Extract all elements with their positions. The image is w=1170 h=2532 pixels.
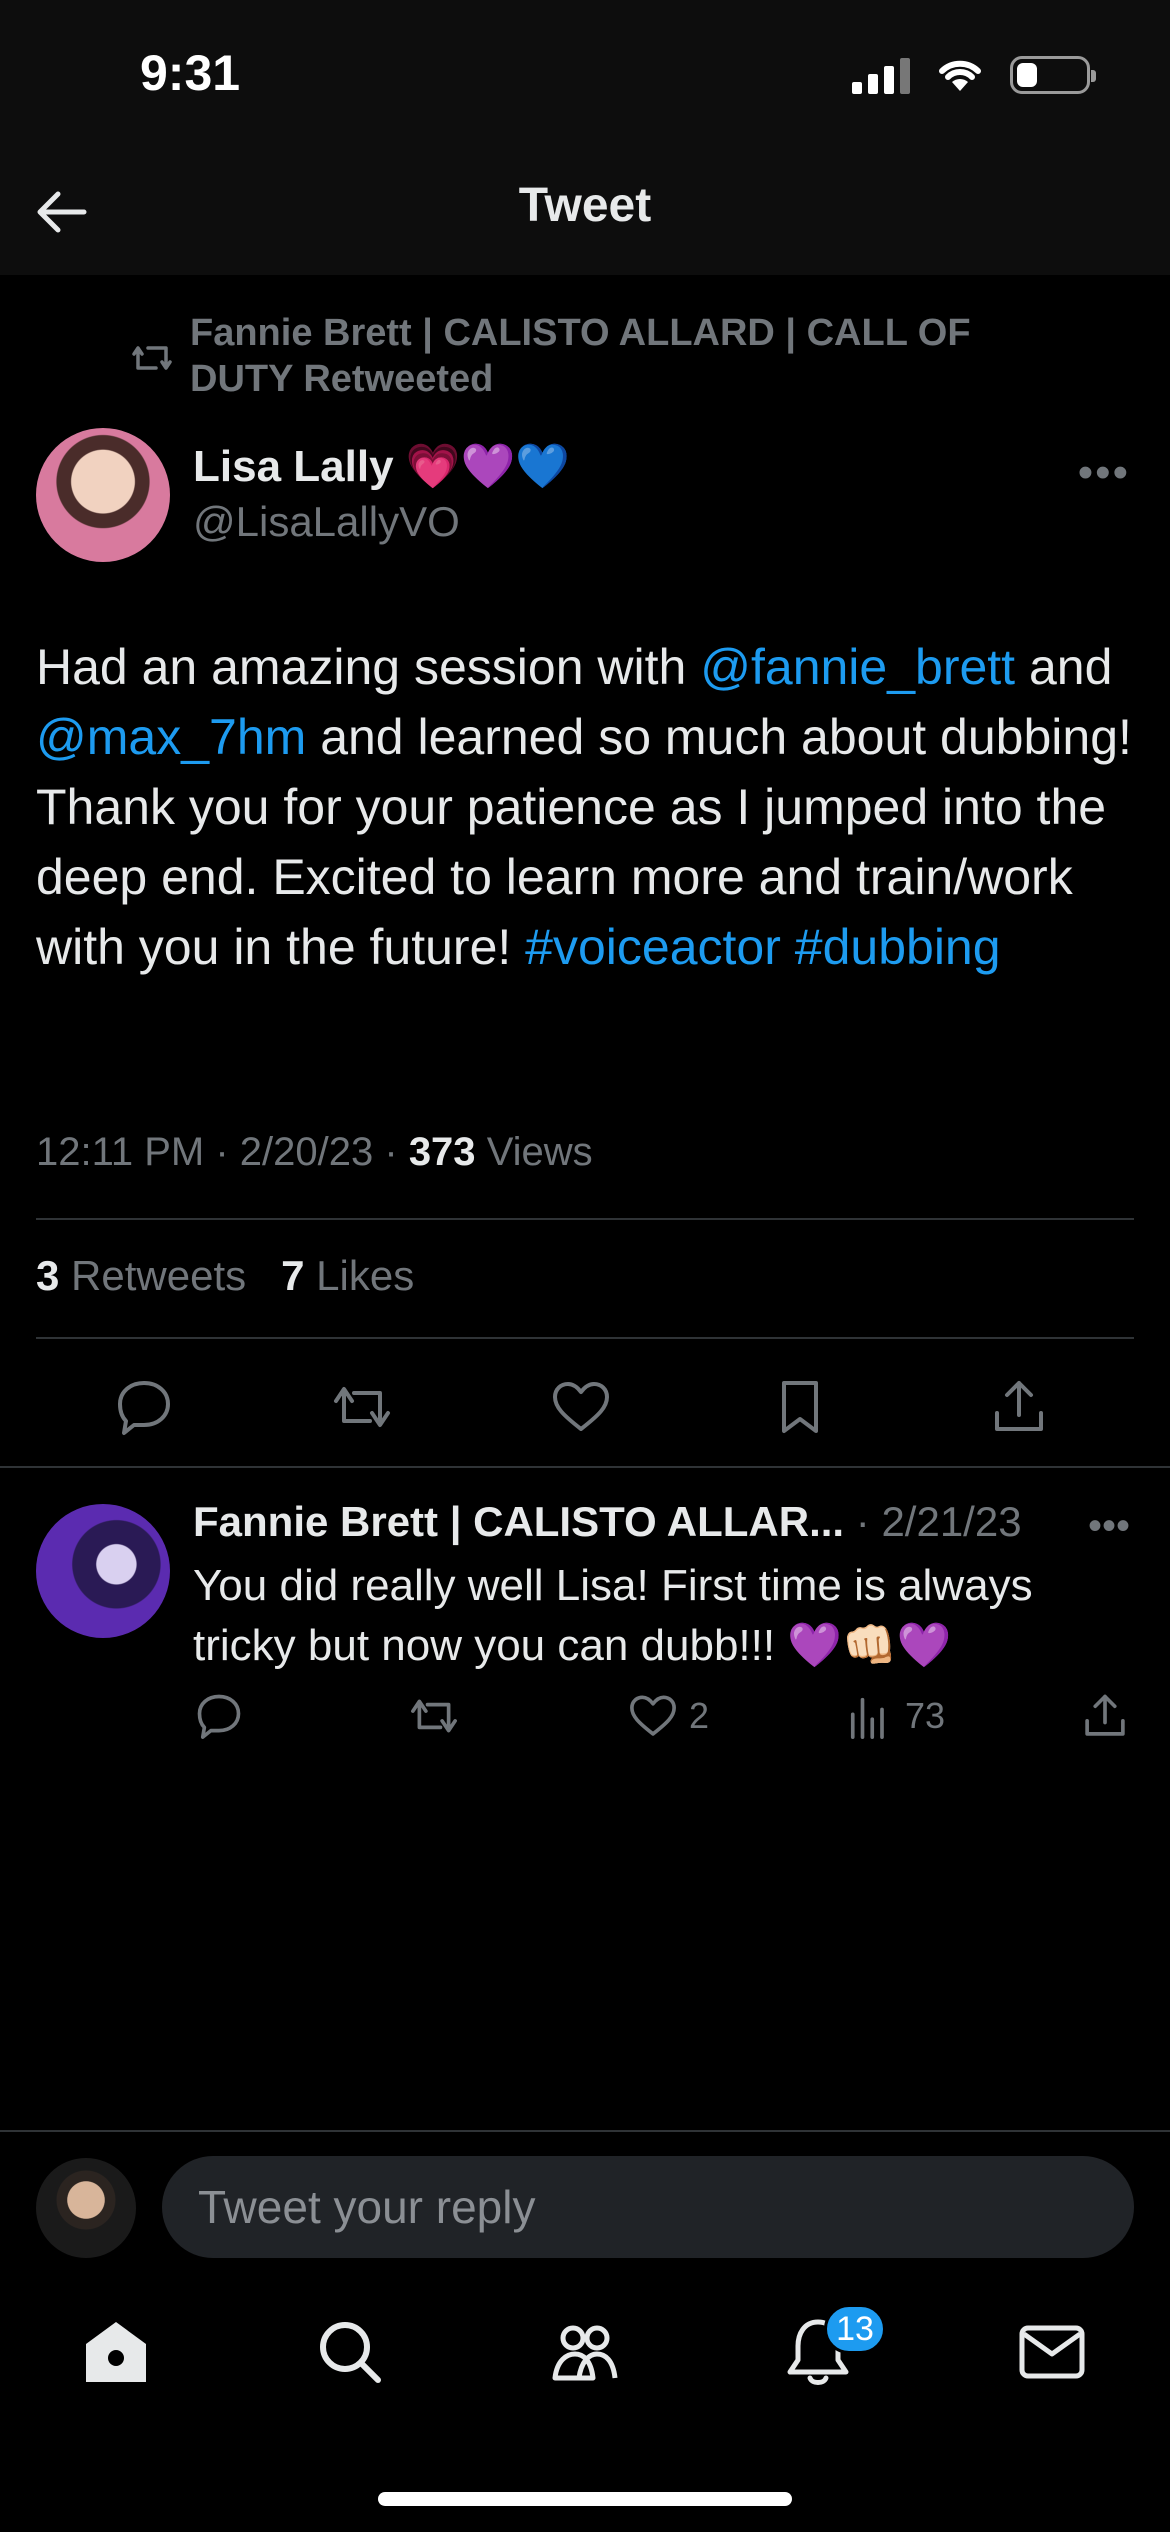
tweet-text: Had an amazing session with @fannie_bret…: [36, 632, 1136, 982]
reply-like-count: 2: [689, 1695, 710, 1736]
divider: [0, 1466, 1170, 1468]
retweets-label: Retweets: [71, 1252, 247, 1299]
retweet-icon: [411, 1699, 457, 1733]
views-label: Views: [486, 1130, 593, 1174]
author-name[interactable]: Lisa Lally 💗💜💙: [193, 440, 570, 492]
home-icon[interactable]: [76, 2312, 156, 2392]
reply-more-options-icon[interactable]: •••: [1088, 1504, 1130, 1549]
share-icon: [1085, 1694, 1125, 1736]
battery-icon: [1010, 56, 1096, 94]
reply-author-name[interactable]: Fannie Brett | CALISTO ALLAR...: [193, 1498, 844, 1545]
reply-text: You did really well Lisa! First time is …: [193, 1561, 1033, 1670]
reply-reply-button[interactable]: [193, 1690, 245, 1742]
like-heart-icon[interactable]: [549, 1375, 613, 1439]
reply-input[interactable]: [162, 2156, 1134, 2258]
reply-author-avatar[interactable]: [36, 1504, 170, 1638]
tweet-text-segment: Had an amazing session with: [36, 639, 701, 695]
messages-envelope-icon[interactable]: [1012, 2312, 1092, 2392]
analytics-icon: [850, 1697, 884, 1739]
page-title: Tweet: [518, 179, 652, 232]
retweet-context[interactable]: Fannie Brett | CALISTO ALLARD | CALL OF …: [130, 310, 1030, 402]
search-icon[interactable]: [310, 2312, 390, 2392]
author-handle[interactable]: @LisaLallyVO: [193, 498, 460, 546]
current-user-avatar[interactable]: [36, 2158, 136, 2258]
reply-header: Fannie Brett | CALISTO ALLAR... · 2/21/2…: [193, 1498, 1022, 1545]
home-indicator: [378, 2492, 792, 2506]
tweet-text-segment: and: [1015, 639, 1113, 695]
wifi-icon: [939, 60, 981, 91]
tweet-date: 2/20/23: [239, 1130, 374, 1174]
cellular-signal-icon: [852, 56, 910, 94]
tweet-text-segment: [781, 919, 795, 975]
mention-link[interactable]: @fannie_brett: [700, 639, 1015, 695]
divider: [36, 1218, 1134, 1220]
tweet-meta: 12:11 PM · 2/20/23 · 373 Views: [36, 1130, 593, 1174]
reply-retweet-button[interactable]: [408, 1690, 460, 1742]
status-icons: [852, 56, 1096, 94]
status-time: 9:31: [140, 45, 241, 101]
hashtag-link[interactable]: #dubbing: [795, 919, 1001, 975]
likes-stat[interactable]: 7 Likes: [281, 1252, 414, 1299]
reply-views-button[interactable]: 73: [843, 1690, 945, 1742]
reply-date: 2/21/23: [881, 1498, 1022, 1545]
divider: [36, 1337, 1134, 1339]
engagement-stats: 3 Retweets 7 Likes: [36, 1252, 414, 1300]
reply-views-count: 73: [905, 1695, 946, 1736]
retweets-stat[interactable]: 3 Retweets: [36, 1252, 246, 1299]
reply-like-button[interactable]: 2: [627, 1690, 709, 1742]
like-heart-icon: [630, 1695, 676, 1736]
reply-share-button[interactable]: [1079, 1690, 1131, 1742]
likes-label: Likes: [316, 1252, 415, 1299]
retweet-icon[interactable]: [330, 1375, 394, 1439]
retweets-count: 3: [36, 1252, 60, 1299]
bookmark-icon[interactable]: [768, 1375, 832, 1439]
more-options-icon[interactable]: •••: [1078, 448, 1130, 498]
hashtag-link[interactable]: #voiceactor: [525, 919, 781, 975]
reply-action-bar: 2 73: [193, 1690, 1143, 1750]
retweet-icon: [132, 346, 172, 370]
mention-link[interactable]: @max_7hm: [36, 709, 306, 765]
tweet-time: 12:11 PM: [36, 1130, 205, 1174]
retweeted-by-label: Fannie Brett | CALISTO ALLARD | CALL OF …: [190, 312, 971, 400]
share-icon[interactable]: [987, 1375, 1051, 1439]
author-avatar[interactable]: [36, 428, 170, 562]
notifications-badge: 13: [824, 2304, 886, 2354]
views-count: 373: [408, 1130, 476, 1174]
reply-icon[interactable]: [112, 1375, 176, 1439]
reply-icon: [197, 1694, 241, 1739]
communities-icon[interactable]: [545, 2312, 625, 2392]
tweet-action-bar: [0, 1365, 1170, 1445]
top-nav-bar: Tweet: [0, 150, 1170, 275]
likes-count: 7: [281, 1252, 305, 1299]
status-bar: 9:31: [0, 0, 1170, 150]
